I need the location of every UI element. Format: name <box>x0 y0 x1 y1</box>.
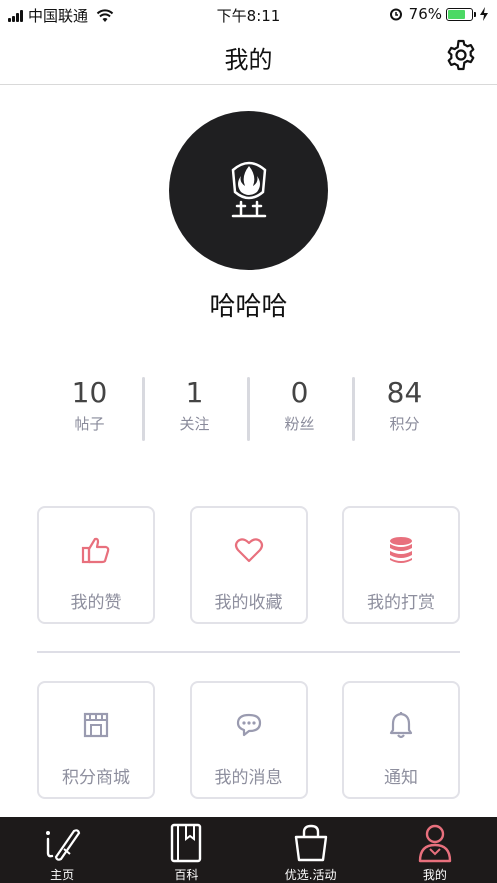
stat-value: 10 <box>71 376 108 409</box>
my-favorites-button[interactable]: 我的收藏 <box>189 506 308 624</box>
stat-label: 关注 <box>179 415 210 433</box>
coins-icon <box>390 537 412 563</box>
points-mall-button[interactable]: 积分商城 <box>37 681 155 799</box>
bell-icon <box>389 712 413 739</box>
tab-label: 百科 <box>174 868 199 882</box>
tab-label: 优选.活动 <box>284 868 337 882</box>
action-grid-personal: 我的赞 我的收藏 我的打赏 <box>37 506 460 624</box>
action-label: 通知 <box>384 768 418 788</box>
pen-icon <box>46 829 81 861</box>
person-icon <box>418 824 452 863</box>
section-divider <box>37 651 460 653</box>
my-likes-button[interactable]: 我的赞 <box>37 506 155 624</box>
tab-label: 我的 <box>422 868 447 882</box>
book-icon <box>171 823 202 863</box>
tab-home[interactable]: 主页 <box>0 817 124 883</box>
stat-value: 0 <box>290 376 309 409</box>
action-label: 我的消息 <box>214 768 283 788</box>
my-rewards-button[interactable]: 我的打赏 <box>342 506 460 624</box>
shopping-bag-icon <box>294 824 327 862</box>
battery-percent: 76% <box>408 5 442 23</box>
alarm-icon <box>389 8 402 21</box>
status-bar: 中国联通 下午8:11 76% <box>0 0 497 28</box>
stat-points[interactable]: 84 积分 <box>352 375 457 441</box>
notifications-button[interactable]: 通知 <box>342 681 460 799</box>
action-label: 我的打赏 <box>367 593 435 613</box>
action-label: 积分商城 <box>62 768 130 788</box>
battery-icon <box>446 7 476 21</box>
username: 哈哈哈 <box>209 292 288 322</box>
page-title: 我的 <box>224 46 273 74</box>
thumbs-up-icon <box>81 537 110 564</box>
store-icon <box>83 712 109 738</box>
flame-shield-logo <box>231 161 266 217</box>
heart-icon <box>234 538 263 563</box>
action-label: 我的收藏 <box>214 593 283 613</box>
tab-encyclopedia[interactable]: 百科 <box>124 817 248 883</box>
action-grid-services: 积分商城 我的消息 通知 <box>37 681 460 799</box>
tab-bar: 主页 百科 优选.活动 我的 <box>0 817 497 883</box>
tab-featured-activities[interactable]: 优选.活动 <box>249 817 373 883</box>
stat-followers[interactable]: 0 粉丝 <box>247 375 352 441</box>
chat-icon <box>236 713 261 737</box>
navigation-bar: 我的 <box>0 28 497 85</box>
tab-mine[interactable]: 我的 <box>373 817 497 883</box>
action-label: 我的赞 <box>70 593 122 613</box>
stat-label: 积分 <box>389 415 420 433</box>
stats-bar: 10 帖子 1 关注 0 粉丝 84 积分 <box>37 375 457 441</box>
stat-label: 帖子 <box>74 415 105 433</box>
avatar[interactable] <box>169 111 328 270</box>
tab-label: 主页 <box>50 868 75 882</box>
stat-value: 1 <box>185 376 204 409</box>
my-messages-button[interactable]: 我的消息 <box>189 681 308 799</box>
stat-value: 84 <box>386 376 423 409</box>
stat-posts[interactable]: 10 帖子 <box>37 375 142 441</box>
charging-icon <box>480 7 488 21</box>
stat-label: 粉丝 <box>284 415 315 433</box>
stat-following[interactable]: 1 关注 <box>142 375 247 441</box>
gear-icon[interactable] <box>445 39 477 71</box>
